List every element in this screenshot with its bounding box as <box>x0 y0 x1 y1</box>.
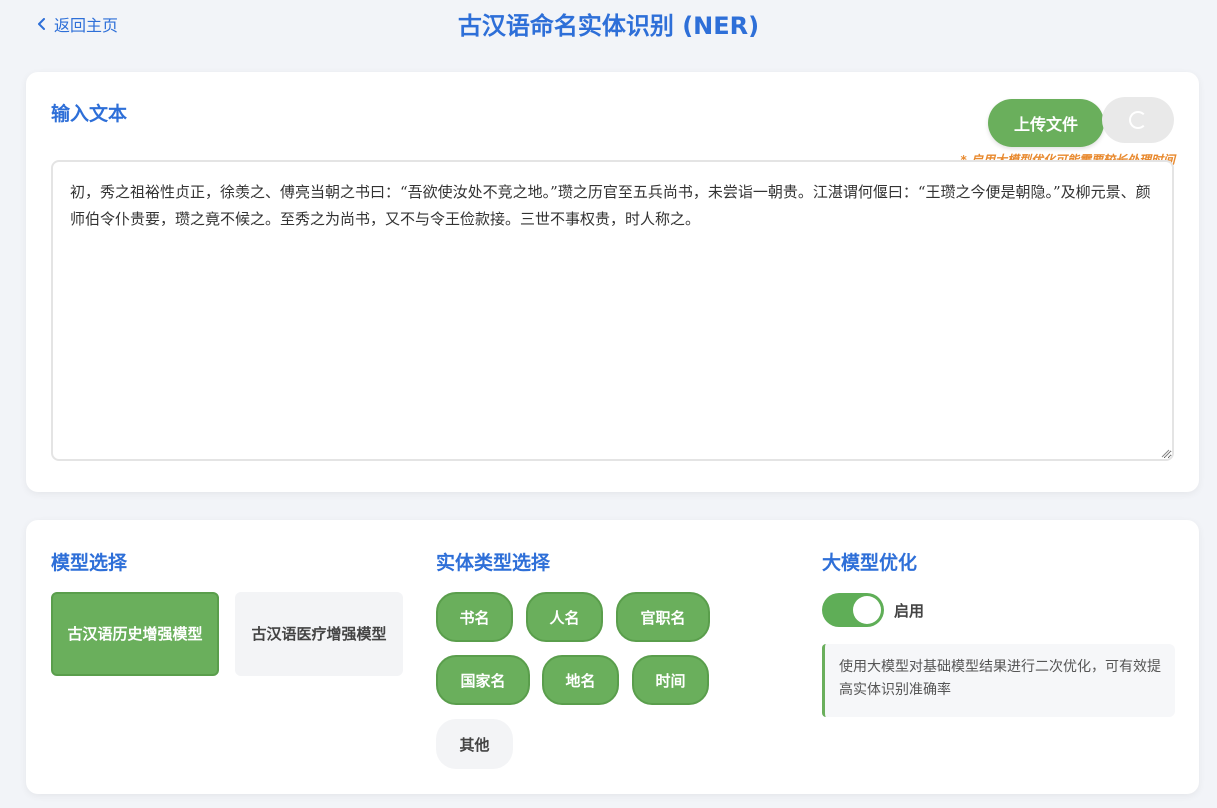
page-title: 古汉语命名实体识别 (NER) <box>457 12 760 40</box>
loading-button[interactable] <box>1102 97 1174 143</box>
entity-chip-book[interactable]: 书名 <box>436 592 513 642</box>
model-option-medical[interactable]: 古汉语医疗增强模型 <box>235 592 403 676</box>
entity-chip-country[interactable]: 国家名 <box>436 655 530 705</box>
model-section-title: 模型选择 <box>51 552 128 574</box>
entity-chip-time[interactable]: 时间 <box>632 655 709 705</box>
entity-chip-official[interactable]: 官职名 <box>616 592 710 642</box>
toggle-label: 启用 <box>894 602 925 620</box>
llm-optimize-toggle[interactable] <box>822 593 884 627</box>
entity-chip-place[interactable]: 地名 <box>542 655 619 705</box>
text-input[interactable]: 初，秀之祖裕性贞正，徐羡之、傅亮当朝之书曰：“吾欲使汝处不竞之地。”瓒之历官至五… <box>51 160 1174 461</box>
entity-chip-person[interactable]: 人名 <box>526 592 603 642</box>
llm-description: 使用大模型对基础模型结果进行二次优化，可有效提高实体识别准确率 <box>822 644 1175 717</box>
llm-section-title: 大模型优化 <box>822 552 918 574</box>
spinner-icon <box>1129 111 1147 129</box>
upload-file-button[interactable]: 上传文件 <box>988 99 1104 147</box>
toggle-knob <box>853 596 881 624</box>
input-section-title: 输入文本 <box>51 103 128 125</box>
entity-chip-other[interactable]: 其他 <box>436 719 513 769</box>
model-option-history[interactable]: 古汉语历史增强模型 <box>51 592 219 676</box>
resize-grip-icon[interactable] <box>1161 449 1170 458</box>
top-bar: 返回主页 古汉语命名实体识别 (NER) <box>0 0 1217 60</box>
entity-section-title: 实体类型选择 <box>436 552 551 574</box>
input-card: 输入文本 上传文件 * 启用大模型优化可能需要较长处理时间 初，秀之祖裕性贞正，… <box>26 72 1199 492</box>
options-card: 模型选择 古汉语历史增强模型 古汉语医疗增强模型 实体类型选择 书名 人名 官职… <box>26 520 1199 794</box>
